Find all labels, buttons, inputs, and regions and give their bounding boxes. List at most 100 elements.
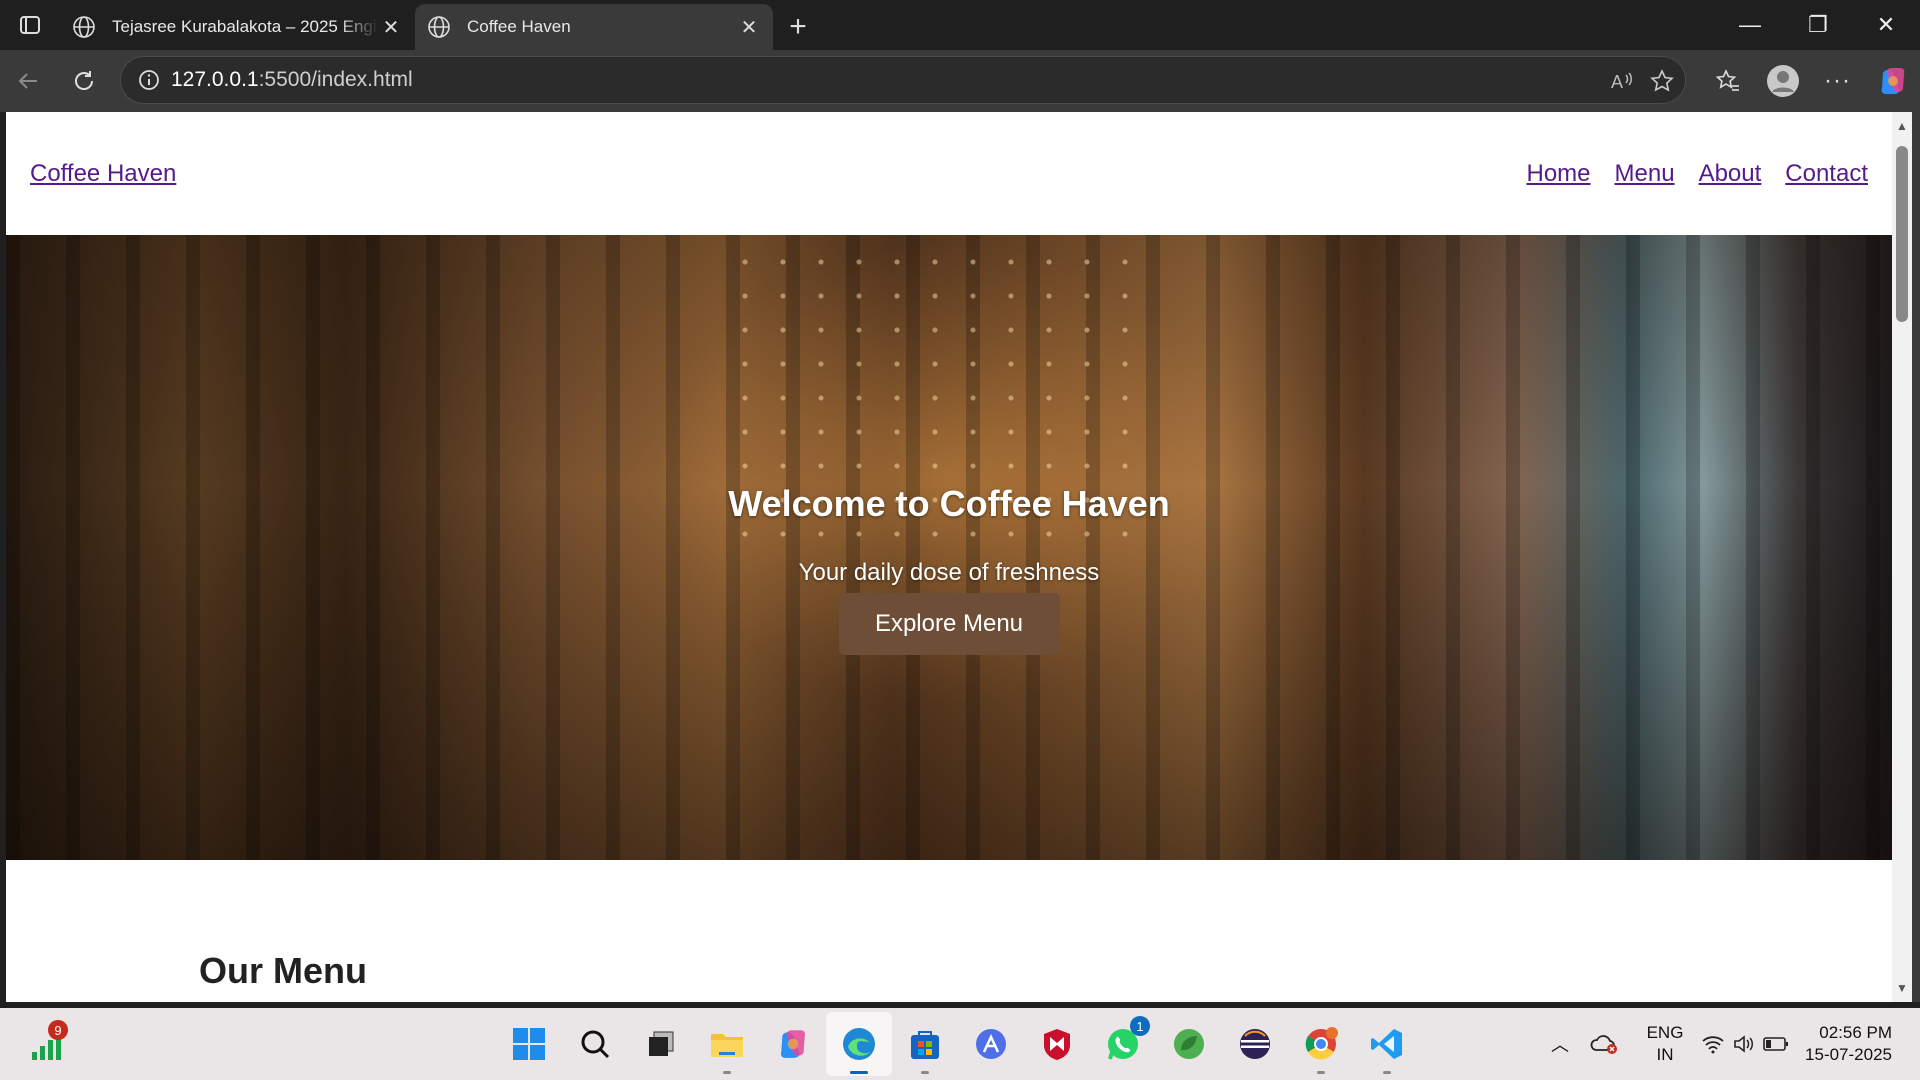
toolbar-right: ··· [1700, 50, 1920, 112]
clock[interactable]: 02:56 PM 15-07-2025 [1790, 1008, 1920, 1080]
copilot-app-button[interactable] [760, 1012, 826, 1076]
browser-toolbar: 127.0.0.1:5500/index.html A ··· [0, 50, 1920, 112]
triangle-app-icon [976, 1029, 1006, 1059]
edge-icon [843, 1028, 875, 1060]
chevron-up-icon: ︿ [1551, 1035, 1569, 1055]
notification-badge: 9 [48, 1020, 68, 1040]
running-indicator [921, 1071, 929, 1074]
cloud-error-icon [1590, 1035, 1617, 1054]
eclipse-button[interactable] [1222, 1012, 1288, 1076]
copilot-icon [1881, 68, 1904, 94]
close-icon[interactable]: ✕ [379, 15, 403, 39]
whatsapp-button[interactable]: 1 [1090, 1012, 1156, 1076]
site-header: Coffee Haven Home Menu About Contact [6, 112, 1892, 235]
window-frame [1912, 112, 1920, 1002]
nav-link-about[interactable]: About [1699, 160, 1762, 188]
new-tab-button[interactable]: + [773, 4, 823, 50]
window-controls: — ❐ ✕ [1716, 0, 1920, 50]
explore-menu-button[interactable]: Explore Menu [838, 593, 1060, 655]
onedrive-status-button[interactable] [1580, 1008, 1630, 1080]
clock-time: 02:56 PM [1819, 1023, 1892, 1042]
search-icon [581, 1030, 610, 1059]
taskbar-apps: 1 [496, 1008, 1420, 1080]
copilot-button[interactable] [1865, 56, 1920, 106]
network-widget-button[interactable]: 9 [28, 1020, 68, 1064]
windows-logo-icon [513, 1028, 545, 1060]
avatar-icon [1766, 65, 1799, 97]
ellipsis-icon: ··· [1824, 67, 1851, 94]
reload-button[interactable] [56, 56, 112, 106]
spring-tool-button[interactable] [1156, 1012, 1222, 1076]
file-explorer-button[interactable] [694, 1012, 760, 1076]
scroll-down-icon[interactable]: ▼ [1892, 978, 1912, 998]
favorite-star-icon[interactable] [1649, 68, 1675, 94]
minimize-icon[interactable]: — [1716, 0, 1784, 50]
site-logo-link[interactable]: Coffee Haven [30, 160, 176, 188]
close-window-icon[interactable]: ✕ [1852, 0, 1920, 50]
eclipse-icon [1240, 1029, 1270, 1059]
running-indicator [1317, 1071, 1325, 1074]
nav-link-menu[interactable]: Menu [1615, 160, 1675, 188]
shield-icon [1044, 1029, 1070, 1060]
globe-icon [73, 16, 95, 38]
back-button[interactable] [0, 56, 56, 106]
globe-icon [428, 16, 450, 38]
address-bar[interactable]: 127.0.0.1:5500/index.html A [120, 56, 1686, 104]
taskbar: 9 1 ︿ ENG IN 02:56 PM 15-07-2025 [0, 1008, 1920, 1080]
system-tray: ︿ ENG IN 02:56 PM 15-07-2025 [1540, 1008, 1920, 1080]
nav-link-contact[interactable]: Contact [1785, 160, 1868, 188]
task-view-icon [649, 1031, 674, 1056]
close-icon[interactable]: ✕ [737, 15, 761, 39]
read-aloud-icon[interactable]: A [1609, 68, 1635, 94]
clock-date: 15-07-2025 [1805, 1045, 1892, 1064]
browser-tab-portfolio[interactable]: Tejasree Kurabalakota – 2025 Engi ✕ [60, 4, 415, 50]
quick-settings-button[interactable] [1700, 1008, 1790, 1080]
running-indicator [1383, 1071, 1391, 1074]
restore-icon[interactable]: ❐ [1784, 0, 1852, 50]
task-view-button[interactable] [628, 1012, 694, 1076]
mcafee-button[interactable] [1024, 1012, 1090, 1076]
running-indicator [850, 1071, 868, 1074]
store-icon [911, 1031, 939, 1059]
back-arrow-icon [18, 73, 37, 89]
notification-badge: 1 [1130, 1016, 1150, 1036]
address-bar-actions: A [1609, 57, 1675, 105]
volume-icon [1734, 1035, 1753, 1053]
chrome-button[interactable] [1288, 1012, 1354, 1076]
page-scrollbar[interactable]: ▲ ▼ [1892, 112, 1912, 1002]
browser-tab-coffee-haven[interactable]: Coffee Haven ✕ [415, 4, 773, 50]
battery-icon [1763, 1037, 1788, 1051]
start-button[interactable] [496, 1012, 562, 1076]
tab-title: Tejasree Kurabalakota – 2025 Engi [112, 17, 377, 36]
scroll-up-icon[interactable]: ▲ [1892, 116, 1912, 136]
show-hidden-icons-button[interactable]: ︿ [1540, 1008, 1580, 1080]
search-button[interactable] [562, 1012, 628, 1076]
edge-button[interactable] [826, 1012, 892, 1076]
site-nav: Home Menu About Contact [1526, 160, 1868, 188]
site-info-icon[interactable] [127, 58, 171, 102]
browser-tab-strip: Tejasree Kurabalakota – 2025 Engi ✕ Coff… [0, 0, 1920, 50]
page-viewport: Coffee Haven Home Menu About Contact Wel… [6, 112, 1892, 1002]
chrome-icon [1305, 1027, 1338, 1060]
tab-actions-button[interactable] [0, 0, 60, 50]
profile-button[interactable] [1755, 56, 1810, 106]
vscode-button[interactable] [1354, 1012, 1420, 1076]
menu-heading: Our Menu [199, 950, 367, 991]
language-indicator[interactable]: ENG IN [1630, 1008, 1700, 1080]
folder-icon [711, 1034, 743, 1057]
store-button[interactable] [892, 1012, 958, 1076]
region-code: IN [1656, 1045, 1674, 1064]
nav-link-home[interactable]: Home [1526, 160, 1590, 188]
favorites-button[interactable] [1700, 56, 1755, 106]
launcher-app-button[interactable] [958, 1012, 1024, 1076]
leaf-icon [1174, 1029, 1204, 1059]
language-code: ENG [1646, 1023, 1684, 1042]
more-options-button[interactable]: ··· [1810, 56, 1865, 106]
running-indicator [723, 1071, 731, 1074]
wifi-icon [1702, 1036, 1724, 1054]
hero-title: Welcome to Coffee Haven [728, 483, 1170, 524]
scroll-thumb[interactable] [1896, 146, 1908, 322]
copilot-icon [780, 1030, 806, 1058]
reload-icon [75, 71, 94, 90]
hero-section: Welcome to Coffee Haven Your daily dose … [6, 235, 1892, 860]
